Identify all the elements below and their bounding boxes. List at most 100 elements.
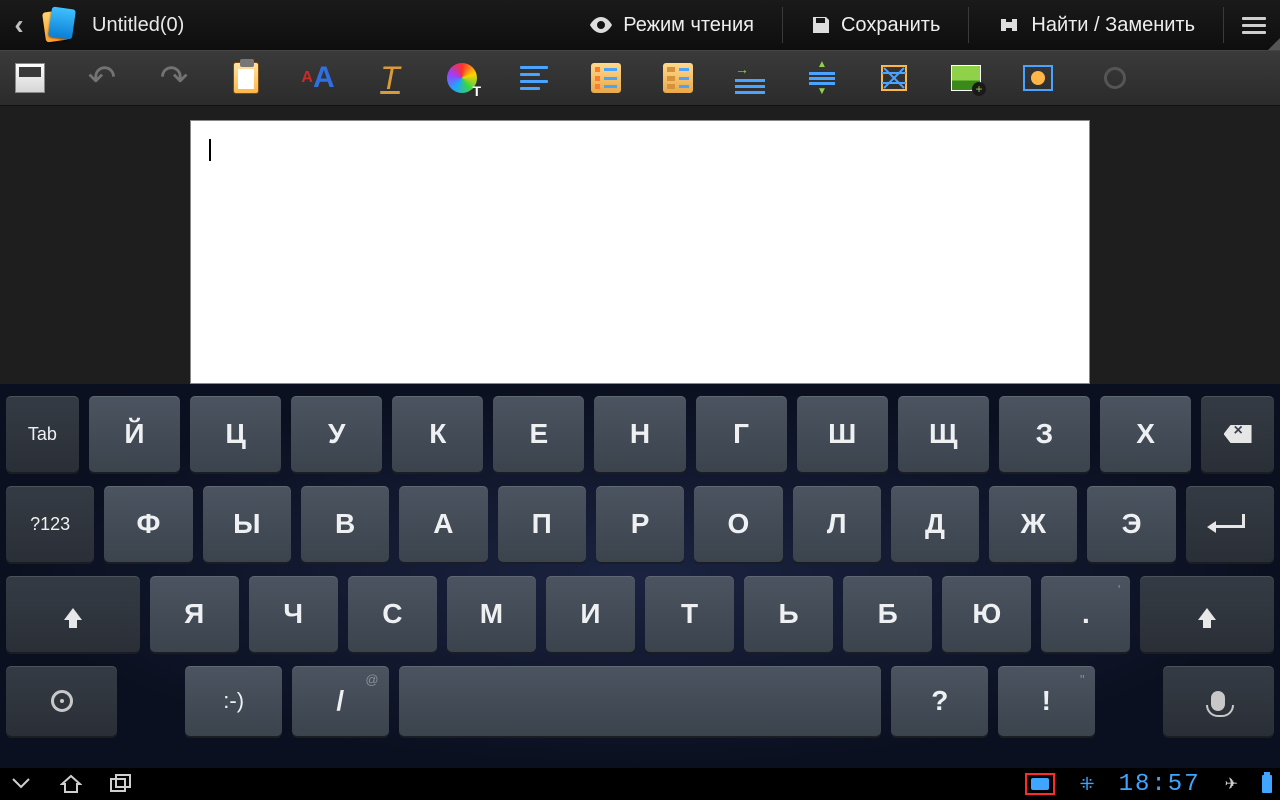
redo-button[interactable]: ↷ [156,60,192,96]
key-settings[interactable] [6,666,117,736]
key-letter[interactable]: Р [596,486,684,562]
status-clock[interactable]: 18:57 [1119,771,1201,798]
mic-icon [1211,691,1225,711]
key-letter[interactable]: Ы [203,486,291,562]
key-symbols[interactable]: ?123 [6,486,94,562]
zoom-button[interactable] [1092,60,1102,96]
key-smiley[interactable]: :-) [185,666,282,736]
key-letter[interactable]: Ж [989,486,1077,562]
number-list-button[interactable] [660,60,696,96]
nav-home[interactable] [58,773,84,795]
key-letter[interactable]: Г [696,396,787,472]
key-letter[interactable]: Ч [249,576,338,652]
backspace-icon [1224,425,1252,443]
key-enter[interactable] [1186,486,1274,562]
key-space[interactable] [399,666,882,736]
battery-icon [1262,775,1272,793]
key-letter[interactable]: Д [891,486,979,562]
key-letter[interactable]: Х [1100,396,1191,472]
save-label: Сохранить [841,14,940,37]
line-spacing-button[interactable]: ▲▼ [804,60,840,96]
keyboard-icon [1031,778,1049,790]
keyboard-row-4: :-) /@ ? !" [6,666,1274,736]
key-tab[interactable]: Tab [6,396,79,472]
reading-mode-button[interactable]: Режим чтения [571,0,772,50]
key-exclaim[interactable]: !" [998,666,1095,736]
key-letter[interactable]: А [399,486,487,562]
align-icon [520,66,548,90]
airplane-mode-icon: ✈ [1225,774,1238,794]
debug-icon[interactable]: ⁜ [1079,774,1094,795]
bullet-list-button[interactable] [588,60,624,96]
toolbar-save-button[interactable] [12,60,48,96]
formatting-toolbar: ↶ ↷ AA T → ▲▼ [0,50,1280,106]
columns-button[interactable] [876,60,912,96]
key-letter[interactable]: Ю [942,576,1031,652]
key-shift-left[interactable] [6,576,140,652]
undo-button[interactable]: ↶ [84,60,120,96]
find-replace-button[interactable]: Найти / Заменить [979,0,1213,50]
key-letter[interactable]: У [291,396,382,472]
insert-image-button[interactable] [948,60,984,96]
binoculars-icon [997,15,1021,35]
nav-recent[interactable] [108,773,134,795]
key-letter[interactable]: Я [150,576,239,652]
shape-icon [1023,65,1053,91]
key-question[interactable]: ? [891,666,988,736]
save-button[interactable]: Сохранить [793,0,958,50]
key-mic[interactable] [1163,666,1274,736]
document-title: Untitled(0) [92,14,184,37]
on-screen-keyboard: Tab Й Ц У К Е Н Г Ш Щ З Х ?123 Ф Ы В А П… [0,384,1280,768]
key-letter[interactable]: Ь [744,576,833,652]
key-letter[interactable]: С [348,576,437,652]
key-letter[interactable]: Л [793,486,881,562]
eye-icon [589,17,613,33]
key-letter[interactable]: Т [645,576,734,652]
clipboard-button[interactable] [228,60,264,96]
font-size-button[interactable]: AA [300,60,336,96]
key-slash[interactable]: /@ [292,666,389,736]
key-letter[interactable]: Ш [797,396,888,472]
italic-t-icon: T [380,60,400,97]
columns-icon [880,64,908,92]
key-letter[interactable]: Н [594,396,685,472]
back-button[interactable]: ‹ [6,0,32,50]
clipboard-icon [233,62,259,94]
key-letter[interactable]: В [301,486,389,562]
text-style-button[interactable]: T [372,60,408,96]
line-spacing-icon: ▲▼ [809,60,835,97]
key-letter[interactable]: О [694,486,782,562]
key-letter[interactable]: Ф [104,486,192,562]
insert-shape-button[interactable] [1020,60,1056,96]
color-wheel-icon [447,63,477,93]
key-letter[interactable]: З [999,396,1090,472]
key-letter[interactable]: Е [493,396,584,472]
floppy-icon [811,15,831,35]
align-button[interactable] [516,60,552,96]
settings-icon [51,690,73,712]
document-area [0,106,1280,384]
shift-icon [1198,608,1216,620]
document-page[interactable] [190,120,1090,384]
indent-icon: → [735,62,765,94]
key-letter[interactable]: Щ [898,396,989,472]
save-icon [15,63,45,93]
number-list-icon [663,63,693,93]
font-color-button[interactable] [444,60,480,96]
find-replace-label: Найти / Заменить [1031,14,1195,37]
key-letter[interactable]: Й [89,396,180,472]
key-shift-right[interactable] [1140,576,1274,652]
redo-icon: ↷ [160,61,189,95]
nav-hide-keyboard[interactable] [8,773,34,795]
key-letter[interactable]: Э [1087,486,1175,562]
ime-indicator[interactable] [1025,773,1055,795]
key-letter[interactable]: П [498,486,586,562]
key-letter[interactable]: И [546,576,635,652]
key-letter[interactable]: Б [843,576,932,652]
key-letter[interactable]: М [447,576,536,652]
indent-button[interactable]: → [732,60,768,96]
key-backspace[interactable] [1201,396,1274,472]
key-letter[interactable]: Ц [190,396,281,472]
key-period[interactable]: .' [1041,576,1130,652]
key-letter[interactable]: К [392,396,483,472]
